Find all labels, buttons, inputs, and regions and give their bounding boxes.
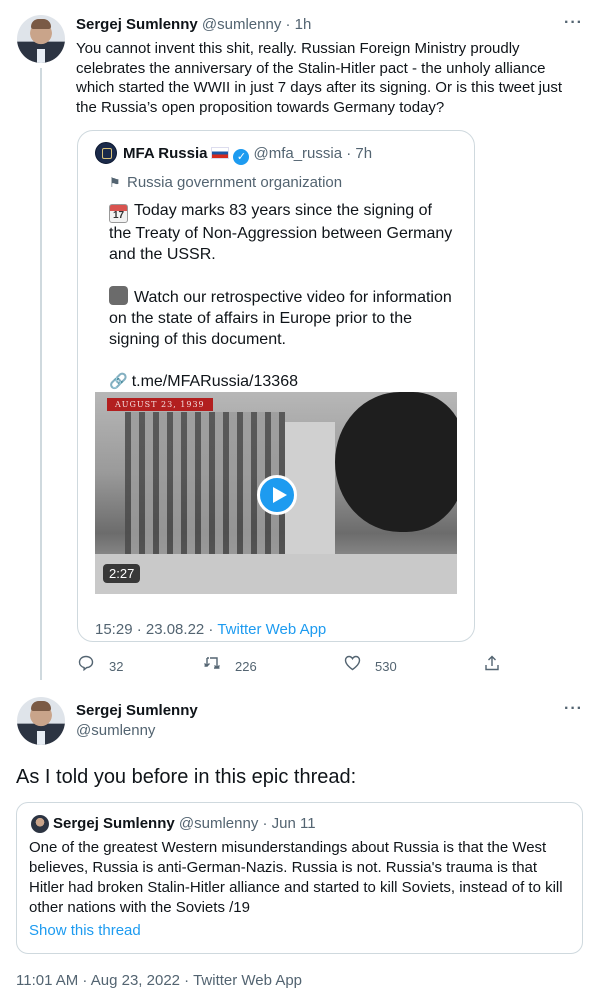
author-handle[interactable]: @sumlenny <box>202 16 281 33</box>
more-options-icon[interactable]: ··· <box>564 700 583 718</box>
tweet-meta[interactable]: 11:01 AM · Aug 23, 2022 · Twitter Web Ap… <box>16 972 302 989</box>
quoted-avatar <box>31 815 49 833</box>
quoted-tweet-meta: 15:29 · 23.08.22 · Twitter Web App <box>95 621 326 638</box>
reply-button[interactable]: 32 <box>77 655 123 675</box>
quoted-paragraph-1: 17 Today marks 83 years since the signing… <box>109 200 454 265</box>
separator: · <box>285 16 291 33</box>
author-name[interactable]: Sergej Sumlenny <box>76 702 198 719</box>
quoted-tweet-text: One of the greatest Western misunderstan… <box>29 839 563 916</box>
mfa-avatar <box>95 142 117 164</box>
author-name[interactable]: Sergej Sumlenny <box>76 16 198 33</box>
retweet-button[interactable]: 226 <box>203 655 257 675</box>
paragraph-1-text: Today marks 83 years since the signing o… <box>109 202 453 263</box>
paragraph-2-text: Watch our retrospective video for inform… <box>109 289 452 348</box>
avatar[interactable] <box>17 697 65 745</box>
tweet-text: You cannot invent this shit, really. Rus… <box>76 40 563 116</box>
government-label: ⚑ Russia government organization <box>109 174 342 191</box>
video-thumbnail[interactable]: AUGUST 23, 1939 2:27 <box>95 392 457 594</box>
video-street <box>95 554 457 594</box>
quoted-tweet-time: Jun 11 <box>271 815 316 832</box>
separator: · <box>346 145 352 162</box>
quoted-paragraph-2: Watch our retrospective video for inform… <box>109 286 454 350</box>
show-thread-link[interactable]: Show this thread <box>29 922 141 939</box>
thread-connector-line <box>40 68 42 680</box>
quoted-link-line: 🔗 t.me/MFARussia/13368 <box>109 371 454 392</box>
reply-count: 32 <box>109 659 124 674</box>
flag-outline-icon: ⚑ <box>109 175 121 190</box>
quoted-author-name: Sergej Sumlenny <box>53 815 175 832</box>
quoted-tweet-time: 7h <box>355 145 373 162</box>
share-icon <box>483 655 501 675</box>
reply-icon <box>77 655 95 675</box>
more-options-icon[interactable]: ··· <box>564 14 583 32</box>
play-button[interactable] <box>257 475 297 515</box>
quoted-author-name: MFA Russia <box>123 145 208 162</box>
calendar-icon: 17 <box>109 204 128 223</box>
tweet-header: Sergej Sumlenny @sumlenny · 1h <box>76 16 311 33</box>
video-date-tag: AUGUST 23, 1939 <box>107 398 213 411</box>
separator: · <box>262 815 268 832</box>
quoted-author-handle: @mfa_russia <box>253 145 343 162</box>
quoted-author-handle: @sumlenny <box>178 815 259 832</box>
video-duration: 2:27 <box>103 564 141 583</box>
link-icon: 🔗 <box>109 373 128 390</box>
government-label-text: Russia government organization <box>127 174 343 191</box>
quoted-tweet-header: Sergej Sumlenny @sumlenny · Jun 11 <box>53 815 316 832</box>
video-camera-icon <box>109 286 128 305</box>
quoted-tweet-body: 17 Today marks 83 years since the signing… <box>109 200 454 413</box>
share-button[interactable] <box>483 655 515 675</box>
tweet-text: As I told you before in this epic thread… <box>16 766 357 788</box>
quoted-meta-time: 15:29 · 23.08.22 · <box>95 621 218 638</box>
quoted-tweet-header: MFA Russia ✓ @mfa_russia · 7h <box>123 145 372 165</box>
like-count: 530 <box>375 659 397 674</box>
retweet-count: 226 <box>235 659 257 674</box>
retweet-icon <box>203 655 221 675</box>
author-handle[interactable]: @sumlenny <box>76 722 155 739</box>
quoted-meta-app[interactable]: Twitter Web App <box>217 621 326 638</box>
tweet-time[interactable]: 1h <box>295 16 312 33</box>
video-tree <box>335 392 457 532</box>
russia-flag-icon <box>211 147 230 159</box>
like-button[interactable]: 530 <box>343 655 397 675</box>
quoted-link[interactable]: t.me/MFARussia/13368 <box>132 373 298 390</box>
avatar[interactable] <box>17 15 65 63</box>
quoted-tweet-content: MFA Russia ✓ @mfa_russia · 7h ⚑ Russia gove… <box>95 142 457 594</box>
heart-icon <box>343 655 361 675</box>
verified-badge-icon: ✓ <box>233 149 250 165</box>
